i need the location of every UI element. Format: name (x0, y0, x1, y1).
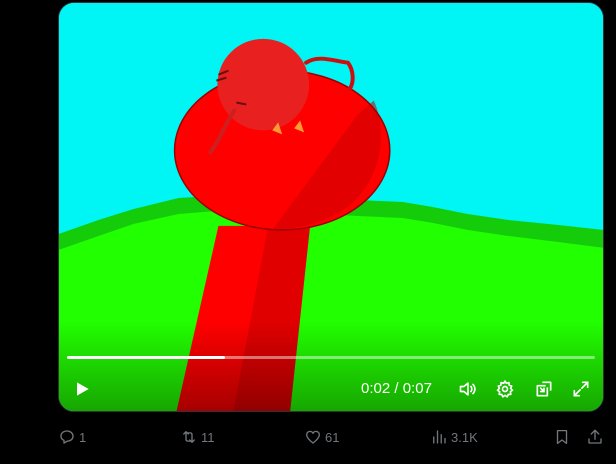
gear-icon (496, 380, 514, 398)
analytics-icon (433, 430, 446, 444)
tweet-actions: 1 11 61 3.1K (58, 422, 614, 452)
heart-icon (305, 430, 321, 444)
retweet-icon (183, 431, 195, 443)
views-count: 3.1K (451, 429, 478, 445)
retweet-button[interactable]: 11 (180, 422, 215, 452)
video-player[interactable]: 0:02 / 0:07 (58, 2, 604, 412)
expand-icon (573, 381, 589, 397)
current-time: 0:02 (361, 380, 391, 397)
time-separator: / (390, 380, 403, 397)
retweet-count: 11 (201, 429, 215, 445)
reply-count: 1 (79, 429, 87, 445)
like-button[interactable]: 61 (304, 422, 339, 452)
reply-button[interactable]: 1 (58, 422, 86, 452)
duration: 0:07 (402, 380, 432, 397)
views-button[interactable]: 3.1K (430, 422, 478, 452)
bookmark-icon (556, 429, 568, 445)
controls-overlay (59, 321, 603, 411)
time-readout: 0:02 / 0:07 (361, 378, 457, 400)
progress-fill (67, 356, 226, 359)
progress-bar[interactable] (67, 356, 595, 359)
like-count: 61 (325, 429, 340, 445)
reply-icon (60, 430, 74, 444)
volume-button[interactable] (456, 377, 480, 401)
settings-button[interactable] (493, 377, 517, 401)
share-button[interactable] (586, 422, 607, 452)
play-icon (77, 382, 89, 396)
pip-icon (536, 381, 552, 397)
volume-icon (459, 382, 476, 396)
fullscreen-button[interactable] (569, 377, 593, 401)
play-button[interactable] (70, 377, 94, 401)
bookmark-button[interactable] (553, 422, 574, 452)
pip-button[interactable] (532, 377, 556, 401)
share-icon (588, 429, 602, 444)
